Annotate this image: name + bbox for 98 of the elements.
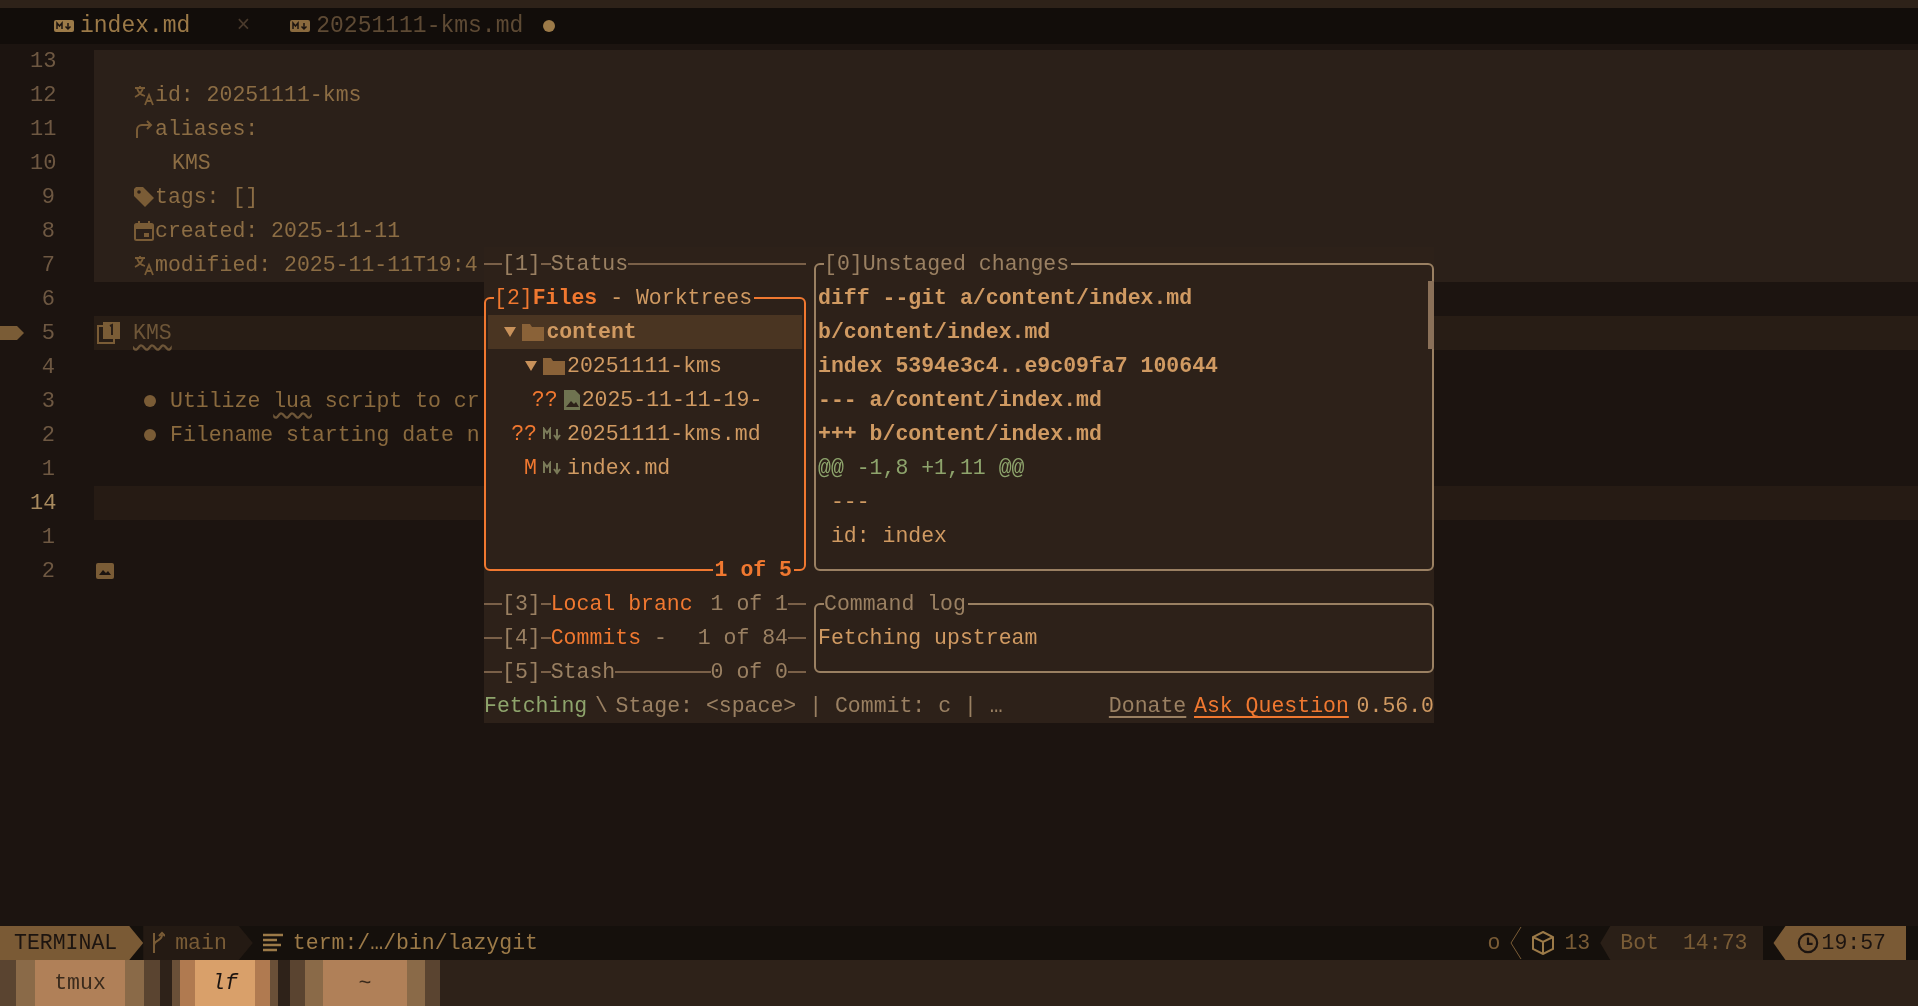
scrollbar-thumb[interactable] [1428,281,1434,349]
image-file-icon [563,390,580,410]
line-number: 1 [40,456,55,482]
frontmatter-field: created: 2025-11-11 [155,219,401,243]
file-tree-item[interactable]: 20251111-kms [488,349,802,383]
frontmatter-field: modified: 2025-11-11T19:4 [155,253,478,277]
heading-icon [97,321,121,345]
panel-counter: 1 of 84 [697,626,788,650]
line-number: 4 [40,354,55,380]
modified-dot-icon [543,20,556,32]
line-number: 13 [30,48,55,74]
line-number: 2 [40,422,55,448]
diff-line: b/content/index.md [817,319,1052,346]
diff-line: index 5394e3c4..e9c09fa7 100644 [817,353,1219,380]
diff-line: id: index [829,523,949,550]
frontmatter-field: tags: [] [155,185,259,209]
list-item-text: Utilize lua script to cr [170,389,480,413]
bullet-icon [144,429,156,441]
file-encoding: o [1487,931,1501,955]
git-status: M [524,456,537,480]
scroll-position: Bot [1620,931,1659,955]
panel-title[interactable]: Commits [550,626,642,650]
panel-number: [4] [502,626,541,650]
panel-title: Command log [824,591,968,617]
link[interactable]: Ask Question [1194,694,1349,718]
frontmatter-field: aliases: [155,117,259,141]
diff-line: @@ -1,8 +1,11 @@ [817,455,1026,482]
editor-tab[interactable]: index.md × [54,13,251,39]
buffer-count: 13 [1564,931,1591,955]
git-branch: main [175,931,227,955]
tag-icon [133,186,155,208]
line-number: 2 [40,558,55,584]
separator-icon [1510,926,1523,960]
line-number: 12 [30,82,55,108]
cursor-position: 14:73 [1682,931,1748,955]
file-tree-item[interactable]: ?? 2025-11-11-19- [488,383,802,417]
panel-counter: 1 of 1 [710,592,788,616]
line-number: 3 [40,388,55,414]
diff-line: +++ b/content/index.md [817,421,1103,448]
version: 0.56.0 [1356,694,1434,718]
tmux-window-tab[interactable]: lf [172,960,278,1006]
clock-icon [1797,932,1820,954]
lines-icon [262,933,283,953]
line-number: 1 [40,524,55,550]
expand-arrow-icon[interactable] [504,327,517,337]
diff-line: --- a/content/index.md [817,387,1103,414]
frontmatter-value: KMS [172,151,211,175]
line-number: 9 [40,184,55,210]
line-number: 7 [40,252,55,278]
clock-time: 19:57 [1821,931,1886,955]
line-number: 14 [30,490,55,516]
panel-title[interactable]: Status [550,252,629,276]
frontmatter-field: id: 20251111-kms [155,83,362,107]
panel-title[interactable]: Local branc [550,592,693,616]
file-path: term:/…/bin/lazygit [292,931,538,955]
panel-number: [3] [502,592,541,616]
panel-counter: 0 of 0 [710,660,788,684]
language-icon [133,254,155,276]
panel-title[interactable]: Stash [550,660,616,684]
git-status: ?? [511,422,537,446]
panel-number: [1] [502,252,541,276]
line-number: 5 [40,320,55,346]
mode-indicator: TERMINAL [0,926,144,960]
line-number: 6 [40,286,55,312]
list-item-text: Filename starting date n [170,423,480,447]
panel-number: [5] [502,660,541,684]
folder-icon [522,323,545,341]
link[interactable]: Donate [1108,694,1187,718]
spinner: \ [594,694,608,718]
markdown-icon [54,20,74,32]
language-icon [133,84,155,106]
bullet-icon [144,395,156,407]
panel-title[interactable]: [2]Files - Worktrees [494,285,755,311]
file-tree-item[interactable]: content [488,315,802,349]
diff-line: --- [829,489,871,516]
diff-line: diff --git a/content/index.md [817,285,1194,312]
line-number: 11 [30,116,55,142]
panel-title[interactable]: [0]Unstaged changes [824,251,1072,277]
calendar-icon [133,220,155,242]
tmux-window-tab[interactable]: tmux [0,960,160,1006]
panel-title-separator: - [652,626,668,650]
line-number: 10 [30,150,55,176]
folder-icon [543,357,565,375]
activity-status: Fetching [484,694,588,718]
expand-arrow-icon[interactable] [525,361,537,371]
heading-text: KMS [133,321,172,345]
git-status: ?? [531,388,558,412]
log-line: Fetching upstream [817,625,1039,652]
file-tree-item[interactable]: ?? 20251111-kms.md [488,417,802,451]
tmux-window-tab[interactable]: ~ [290,960,440,1006]
cube-icon [1532,931,1555,955]
image-file-icon [96,563,114,579]
markdown-icon [290,20,311,32]
file-tree-item[interactable]: M index.md [488,451,802,485]
curved-arrow-icon [133,118,155,140]
branch-icon [151,931,166,955]
line-number: 8 [40,218,55,244]
key-hints: Stage: <space> | Commit: c | … [615,694,1003,718]
